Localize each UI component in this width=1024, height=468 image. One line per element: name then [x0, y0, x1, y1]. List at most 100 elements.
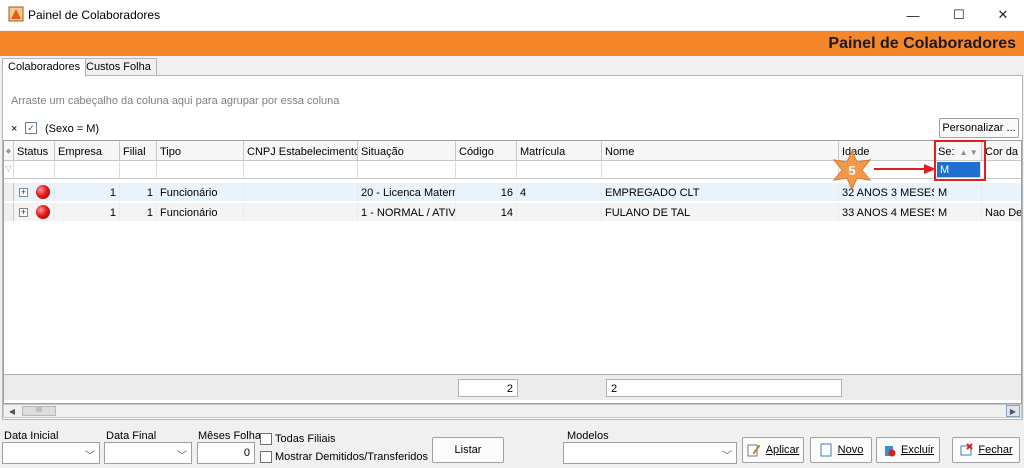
fechar-button[interactable]: Fechar	[952, 437, 1020, 463]
cell-situacao: 1 - NORMAL / ATIVC	[358, 203, 456, 221]
codigo-count: 2	[458, 379, 518, 397]
fechar-label: Fechar	[978, 444, 1013, 456]
filter-cell-status[interactable]	[14, 161, 55, 179]
row-indicator-header: ◆	[4, 141, 14, 161]
filter-cell-matricula[interactable]	[517, 161, 602, 179]
close-window-button[interactable]: ✕	[980, 0, 1024, 30]
cell-tipo: Funcionário	[157, 203, 244, 221]
column-header-cor[interactable]: Cor da P	[982, 141, 1021, 161]
cell-sexo: M	[935, 203, 982, 221]
aplicar-button[interactable]: Aplicar	[742, 437, 804, 463]
column-header-filial[interactable]: Filial	[120, 141, 157, 161]
status-cell: +	[14, 183, 55, 201]
cell-situacao: 20 - Licenca Materni	[358, 183, 456, 201]
todas-filiais-checkbox[interactable]	[260, 433, 272, 445]
cell-empresa: 1	[55, 203, 120, 221]
chevron-down-icon[interactable]: ﹀	[85, 447, 95, 462]
filter-cell-codigo[interactable]	[456, 161, 517, 179]
scroll-thumb[interactable]: III	[22, 406, 56, 416]
cell-cnpj	[244, 203, 358, 221]
column-header-tipo[interactable]: Tipo	[157, 141, 244, 161]
expand-row-icon[interactable]: +	[19, 208, 28, 217]
row-indicator	[4, 203, 14, 221]
cell-codigo: 14	[456, 203, 517, 221]
nome-count: 2	[606, 379, 842, 397]
minimize-button[interactable]: —	[890, 0, 936, 30]
chevron-down-icon[interactable]: ﹀	[177, 447, 187, 462]
scroll-right-icon[interactable]: ▶	[1006, 405, 1020, 417]
modelos-label: Modelos	[567, 430, 609, 442]
data-inicial-label: Data Inicial	[4, 430, 59, 442]
summary-footer: 2 2	[4, 374, 1021, 400]
filter-cell-empresa[interactable]	[55, 161, 120, 179]
cell-filial: 1	[120, 203, 157, 221]
filter-cell-filial[interactable]	[120, 161, 157, 179]
cell-idade: 33 ANOS 4 MESES	[839, 203, 935, 221]
cell-cor: Nao Defi	[982, 203, 1021, 221]
excluir-button[interactable]: Excluir	[876, 437, 940, 463]
close-door-icon	[960, 443, 974, 456]
todas-filiais-label[interactable]: Todas Filiais	[275, 433, 336, 445]
status-cell: +	[14, 203, 55, 221]
step-star-icon: 5	[832, 150, 872, 190]
cell-nome: FULANO DE TAL	[602, 203, 839, 221]
expand-row-icon[interactable]: +	[19, 188, 28, 197]
aplicar-label: Aplicar	[765, 444, 800, 456]
group-by-hint[interactable]: Arraste um cabeçalho da coluna aqui para…	[11, 95, 339, 107]
customize-button[interactable]: Personalizar ...	[939, 118, 1019, 138]
filter-cell-cor[interactable]	[982, 161, 1021, 179]
cell-matricula: 4	[517, 183, 602, 201]
column-header-nome[interactable]: Nome	[602, 141, 839, 161]
tab-colaboradores[interactable]: Colaboradores	[2, 58, 87, 77]
clear-filter-icon[interactable]: ×	[11, 123, 17, 135]
filter-checkbox[interactable]: ✓	[25, 122, 37, 134]
horizontal-scrollbar[interactable]: ◀ III ▶	[3, 404, 1022, 418]
modelos-select[interactable]: ﹀	[563, 442, 737, 464]
excluir-label: Excluir	[900, 444, 934, 456]
cell-cnpj	[244, 183, 358, 201]
column-header-cnpj[interactable]: CNPJ Estabelecimento	[244, 141, 358, 161]
cell-empresa: 1	[55, 183, 120, 201]
column-header-situacao[interactable]: Situação	[358, 141, 456, 161]
tab-bar: Colaboradores Custos Folha	[0, 56, 1024, 77]
column-header-matricula[interactable]: Matrícula	[517, 141, 602, 161]
data-final-field[interactable]: ﹀	[104, 442, 192, 464]
column-header-codigo[interactable]: Código	[456, 141, 517, 161]
column-header-status[interactable]: Status	[14, 141, 55, 161]
data-final-label: Data Final	[106, 430, 157, 442]
chevron-down-icon[interactable]: ﹀	[722, 447, 732, 462]
banner-title: Painel de Colaboradores	[828, 35, 1016, 52]
filter-cell-situacao[interactable]	[358, 161, 456, 179]
mostrar-demitidos-checkbox[interactable]	[260, 451, 272, 463]
cell-cor	[982, 183, 1021, 201]
cell-matricula	[517, 203, 602, 221]
arrow-icon	[874, 164, 936, 174]
cell-nome: EMPREGADO CLT	[602, 183, 839, 201]
scroll-left-icon[interactable]: ◀	[5, 405, 19, 417]
row-indicator	[4, 183, 14, 201]
mostrar-demitidos-label[interactable]: Mostrar Demitidos/Transferidos	[275, 451, 428, 463]
table-row[interactable]: + 1 1 Funcionário 1 - NORMAL / ATIVC 14 …	[4, 203, 1021, 221]
filter-row-icon: ▽	[4, 161, 14, 179]
app-icon	[8, 6, 24, 22]
novo-label: Novo	[837, 444, 864, 456]
status-red-icon	[36, 185, 50, 199]
highlight-box	[934, 140, 986, 181]
cell-filial: 1	[120, 183, 157, 201]
data-inicial-field[interactable]: ﹀	[2, 442, 100, 464]
status-red-icon	[36, 205, 50, 219]
cell-sexo: M	[935, 183, 982, 201]
listar-button[interactable]: Listar	[432, 437, 504, 463]
cell-codigo: 16	[456, 183, 517, 201]
filter-cell-tipo[interactable]	[157, 161, 244, 179]
novo-button[interactable]: Novo	[810, 437, 872, 463]
filter-cell-cnpj[interactable]	[244, 161, 358, 179]
meses-folha-input[interactable]: 0	[197, 442, 255, 464]
maximize-button[interactable]: ☐	[936, 0, 982, 30]
title-bar: Painel de Colaboradores — ☐ ✕	[0, 0, 1024, 30]
filter-cell-nome[interactable]	[602, 161, 839, 179]
column-header-empresa[interactable]: Empresa	[55, 141, 120, 161]
filter-expression[interactable]: (Sexo = M)	[45, 123, 99, 135]
window-title: Painel de Colaboradores	[28, 8, 161, 22]
meses-folha-label: Mêses Folha	[198, 430, 261, 442]
